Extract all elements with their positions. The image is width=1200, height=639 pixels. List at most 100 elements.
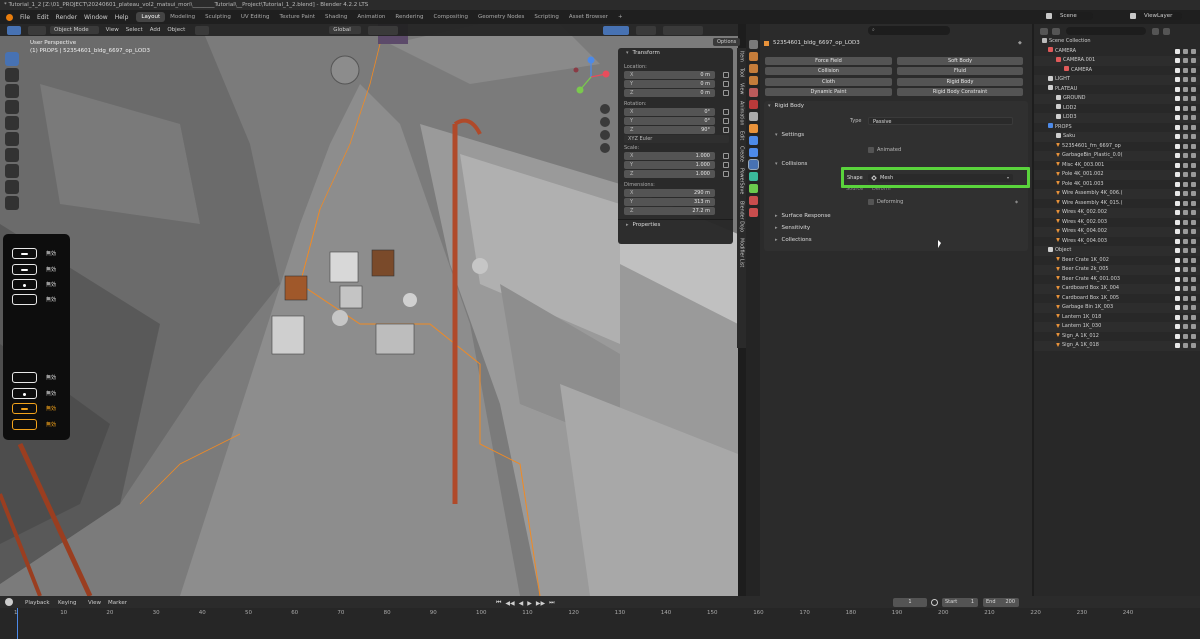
checkbox-icon[interactable] [1175, 333, 1180, 339]
eye-icon[interactable] [1183, 238, 1188, 244]
outliner-row[interactable]: Wire Assembly 4K_015.( [1034, 199, 1200, 209]
pan-hand-icon[interactable] [600, 117, 610, 127]
playhead[interactable] [17, 608, 18, 639]
outliner-row[interactable]: LOD3 [1034, 113, 1200, 123]
outliner-row[interactable]: Wires 4K_002.002 [1034, 208, 1200, 218]
outliner-search-input[interactable] [1066, 27, 1146, 35]
eye-icon[interactable] [1183, 191, 1188, 196]
rotation-x-field[interactable]: X 0° [624, 108, 729, 116]
pin-icon[interactable]: ◆ [1018, 40, 1022, 46]
menu-help[interactable]: Help [115, 14, 129, 21]
blender-logo-icon[interactable] [6, 13, 13, 21]
camera-render-icon[interactable] [1191, 115, 1196, 120]
options-button[interactable]: Options [713, 38, 741, 46]
eye-icon[interactable] [1183, 115, 1188, 120]
outliner-row[interactable]: Beer Crate 4K_001.003 [1034, 275, 1200, 285]
play-reverse-icon[interactable]: ◀ [519, 600, 524, 607]
object-menu[interactable]: Object [167, 27, 185, 33]
workspace-tab-animation[interactable]: Animation [352, 12, 390, 22]
checkbox-icon[interactable] [1175, 124, 1180, 130]
eye-icon[interactable] [1183, 305, 1188, 310]
eye-icon[interactable] [1183, 333, 1188, 339]
view-layer-selector[interactable]: ViewLayer [1130, 12, 1183, 20]
eye-icon[interactable] [1183, 124, 1188, 130]
transform-tool-icon[interactable] [5, 132, 19, 146]
outliner-row[interactable]: Wires 4K_004.002 [1034, 227, 1200, 237]
menu-window[interactable]: Window [84, 14, 108, 21]
properties-search-input[interactable]: ⌕ [868, 26, 950, 35]
checkbox-icon[interactable] [1175, 267, 1180, 272]
measure-tool-icon[interactable] [5, 164, 19, 178]
eye-icon[interactable] [1183, 48, 1188, 54]
location-x-field[interactable]: X0 m [624, 71, 729, 79]
sensitivity-header[interactable]: ▸ Sensitivity [775, 225, 810, 231]
physics-tab-icon[interactable] [747, 159, 759, 170]
rigid-body-constraint-button[interactable]: Rigid Body Constraint [897, 88, 1023, 96]
eye-icon[interactable] [1183, 172, 1188, 177]
outliner-row[interactable]: Misc 4K_003.001 [1034, 161, 1200, 171]
constraints-tab-icon[interactable] [748, 172, 758, 181]
camera-render-icon[interactable] [1191, 58, 1196, 63]
camera-render-icon[interactable] [1191, 210, 1196, 215]
world-tab-icon[interactable] [748, 100, 758, 109]
checkbox-icon[interactable] [1175, 314, 1180, 320]
view-menu[interactable]: View [106, 27, 119, 33]
particles-tab-icon[interactable] [748, 148, 758, 157]
outliner-row[interactable]: 52354601_frn_6697_op [1034, 142, 1200, 152]
outliner-row[interactable]: Lantern 1K_018 [1034, 313, 1200, 323]
outliner-row[interactable]: GROUND [1034, 94, 1200, 104]
checkbox-icon[interactable] [1175, 191, 1180, 196]
playback-menu[interactable]: Playback [25, 600, 50, 606]
zoom-icon[interactable] [600, 104, 610, 114]
workspace-tab-asset-browser[interactable]: Asset Browser [564, 12, 613, 22]
outliner-row[interactable]: Saku [1034, 132, 1200, 142]
scale-x-field[interactable]: X 1.000 [624, 152, 729, 160]
location-z-field[interactable]: Z0 m [624, 89, 729, 97]
checkbox-icon[interactable] [1175, 181, 1180, 187]
eye-icon[interactable] [1183, 248, 1188, 253]
checkbox-icon[interactable] [1175, 96, 1180, 101]
camera-render-icon[interactable] [1191, 314, 1196, 320]
scale-tool-icon[interactable] [5, 116, 19, 130]
workspace-tab-uv-editing[interactable]: UV Editing [236, 12, 275, 22]
camera-render-icon[interactable] [1191, 343, 1196, 348]
eye-icon[interactable] [1183, 219, 1188, 225]
overlay-toggle[interactable] [635, 25, 656, 35]
camera-render-icon[interactable] [1191, 200, 1196, 206]
add-menu[interactable]: Add [150, 27, 161, 33]
collection-tab-icon[interactable] [748, 112, 758, 121]
checkbox-icon[interactable] [1175, 305, 1180, 310]
rigid-body-header[interactable]: ▾ Rigid Body [768, 103, 804, 109]
camera-render-icon[interactable] [1191, 276, 1196, 282]
workspace-tab-sculpting[interactable]: Sculpting [200, 12, 236, 22]
modifier-tab-icon[interactable] [748, 136, 758, 145]
collision-button[interactable]: Collision [765, 67, 892, 75]
outliner-row[interactable]: Pole 4K_001.002 [1034, 170, 1200, 180]
current-frame-field[interactable]: 1 [893, 598, 927, 607]
tool-settings-tab-icon[interactable] [748, 40, 758, 49]
rotation-z-field[interactable]: Z 90° [624, 126, 729, 134]
lock-icon[interactable] [723, 90, 729, 96]
tab-item[interactable]: Item [739, 51, 744, 62]
select-box-tool-icon[interactable] [5, 52, 19, 66]
checkbox-icon[interactable] [1175, 77, 1180, 82]
outliner-row[interactable]: Cardboard Box 1K_005 [1034, 294, 1200, 304]
editor-type-icon[interactable] [7, 25, 21, 35]
lock-icon[interactable] [723, 81, 729, 87]
workspace-tab-modeling[interactable]: Modeling [165, 12, 200, 22]
camera-render-icon[interactable] [1191, 143, 1196, 149]
camera-render-icon[interactable] [1191, 48, 1196, 54]
camera-render-icon[interactable] [1191, 162, 1196, 168]
camera-render-icon[interactable] [1191, 67, 1196, 73]
dimensions-z-field[interactable]: Z 27.2 m [624, 207, 715, 215]
render-tab-icon[interactable] [748, 52, 758, 61]
eye-icon[interactable] [1183, 229, 1188, 234]
view-layer-name[interactable]: ViewLayer [1140, 12, 1183, 20]
menu-file[interactable]: File [20, 14, 30, 21]
texture-tab-icon[interactable] [748, 208, 758, 217]
lock-icon[interactable] [723, 109, 729, 115]
cloth-button[interactable]: Cloth [765, 78, 892, 86]
outliner-root[interactable]: Scene Collection [1034, 37, 1200, 47]
keying-menu[interactable]: Keying [58, 600, 76, 606]
eye-icon[interactable] [1183, 267, 1188, 272]
